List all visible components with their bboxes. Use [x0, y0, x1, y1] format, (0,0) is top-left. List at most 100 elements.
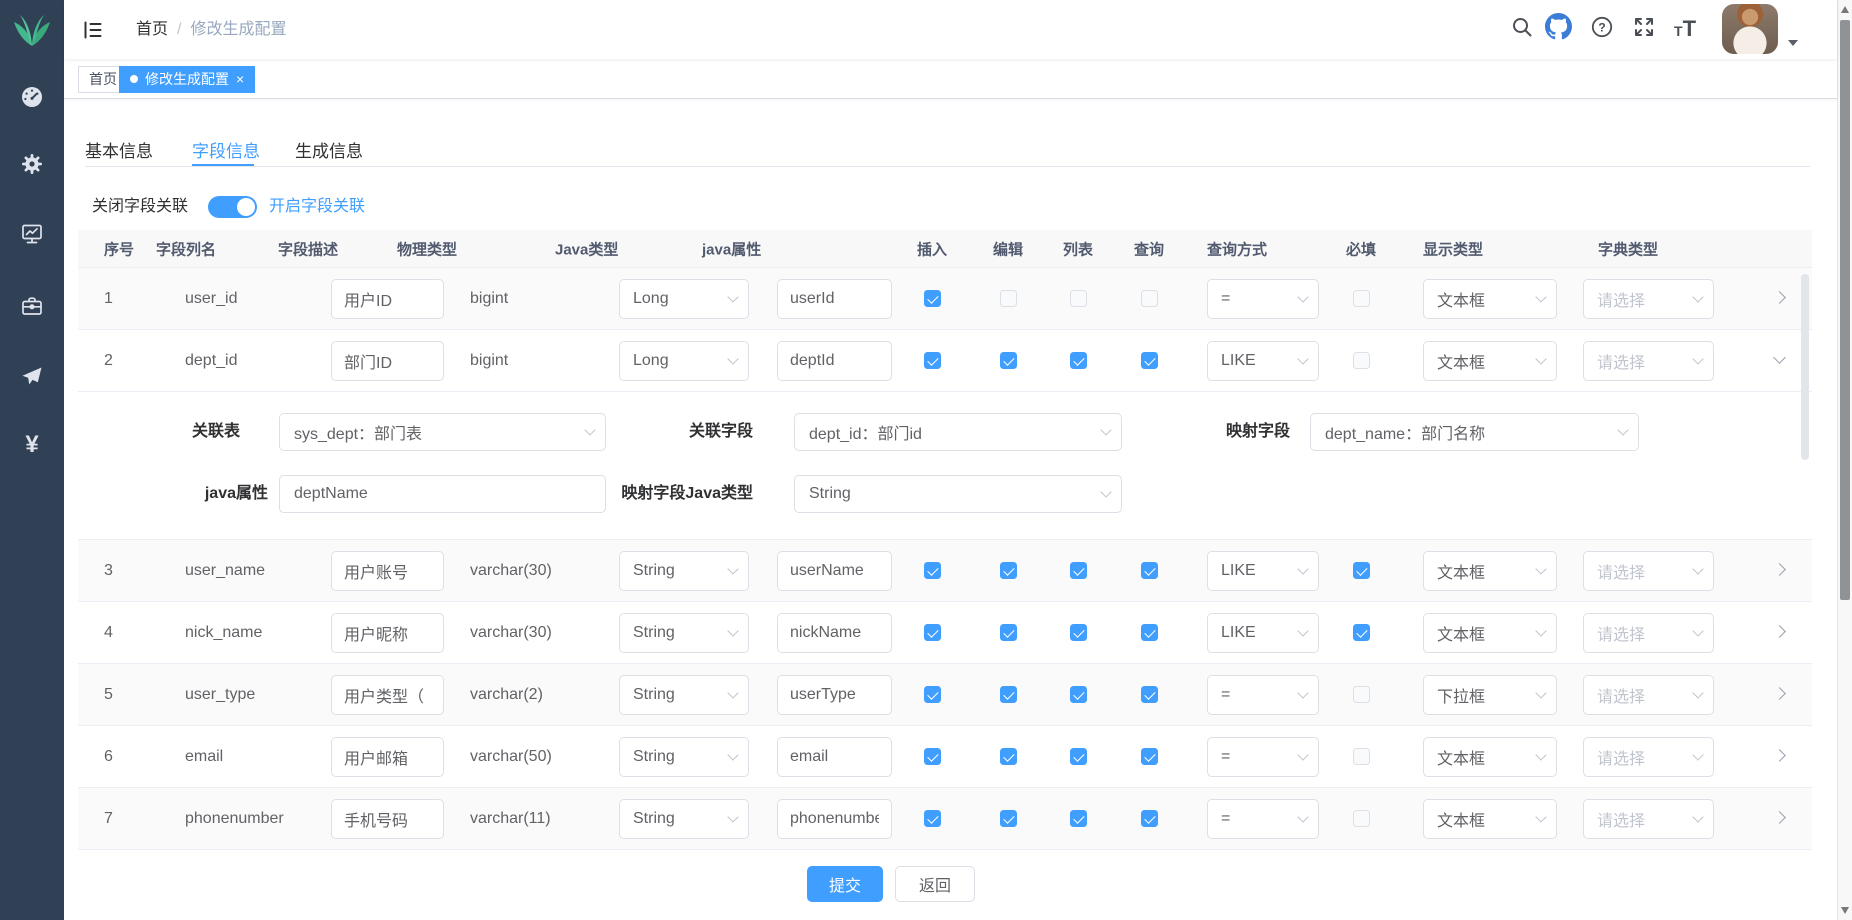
- java-type-select[interactable]: Long: [619, 341, 749, 381]
- scroll-down-arrow[interactable]: [1841, 907, 1849, 914]
- help-icon[interactable]: ?: [1590, 15, 1616, 41]
- scroll-up-arrow[interactable]: [1841, 6, 1849, 13]
- query-checkbox[interactable]: [1141, 290, 1158, 307]
- dict-type-select[interactable]: 请选择: [1583, 613, 1714, 653]
- query-checkbox[interactable]: [1141, 810, 1158, 827]
- caret-down-icon[interactable]: [1788, 40, 1798, 46]
- required-checkbox[interactable]: [1353, 686, 1370, 703]
- expand-row-toggle[interactable]: [1773, 625, 1786, 638]
- java-type-select[interactable]: String: [619, 799, 749, 839]
- column-desc-input[interactable]: [331, 551, 444, 591]
- list-checkbox[interactable]: [1070, 290, 1087, 307]
- relation-java-prop-input[interactable]: [279, 475, 606, 513]
- sidebar-item-settings-icon[interactable]: [0, 152, 64, 181]
- list-checkbox[interactable]: [1070, 624, 1087, 641]
- query-type-select[interactable]: LIKE: [1207, 341, 1319, 381]
- java-prop-input[interactable]: [777, 551, 892, 591]
- insert-checkbox[interactable]: [924, 624, 941, 641]
- edit-checkbox[interactable]: [1000, 562, 1017, 579]
- html-type-select[interactable]: 文本框: [1423, 737, 1557, 777]
- list-checkbox[interactable]: [1070, 748, 1087, 765]
- query-type-select[interactable]: =: [1207, 279, 1319, 319]
- close-tag-icon[interactable]: ×: [236, 71, 244, 87]
- mapping-java-type-select[interactable]: String: [794, 475, 1122, 513]
- expand-row-toggle[interactable]: [1773, 563, 1786, 576]
- java-type-select[interactable]: String: [619, 675, 749, 715]
- required-checkbox[interactable]: [1353, 810, 1370, 827]
- field-relation-toggle[interactable]: [208, 196, 257, 218]
- query-type-select[interactable]: LIKE: [1207, 551, 1319, 591]
- java-type-select[interactable]: String: [619, 737, 749, 777]
- java-prop-input[interactable]: [777, 279, 892, 319]
- required-checkbox[interactable]: [1353, 562, 1370, 579]
- edit-checkbox[interactable]: [1000, 686, 1017, 703]
- expand-row-toggle[interactable]: [1773, 351, 1786, 364]
- sidebar-item-currency-yen-icon[interactable]: ¥: [0, 433, 64, 457]
- column-desc-input[interactable]: [331, 675, 444, 715]
- java-prop-input[interactable]: [777, 799, 892, 839]
- java-prop-input[interactable]: [777, 341, 892, 381]
- query-type-select[interactable]: =: [1207, 737, 1319, 777]
- back-button[interactable]: 返回: [895, 866, 975, 902]
- html-type-select[interactable]: 下拉框: [1423, 675, 1557, 715]
- user-avatar[interactable]: [1722, 4, 1778, 54]
- tag-current-page[interactable]: 修改生成配置×: [119, 66, 255, 93]
- edit-checkbox[interactable]: [1000, 290, 1017, 307]
- query-checkbox[interactable]: [1141, 352, 1158, 369]
- menu-fold-icon[interactable]: [82, 19, 104, 41]
- html-type-select[interactable]: 文本框: [1423, 613, 1557, 653]
- required-checkbox[interactable]: [1353, 624, 1370, 641]
- query-checkbox[interactable]: [1141, 562, 1158, 579]
- column-desc-input[interactable]: [331, 737, 444, 777]
- html-type-select[interactable]: 文本框: [1423, 279, 1557, 319]
- browser-scrollbar[interactable]: [1837, 0, 1852, 920]
- expand-row-toggle[interactable]: [1773, 291, 1786, 304]
- sidebar-item-toolbox-icon[interactable]: [0, 294, 64, 323]
- java-prop-input[interactable]: [777, 737, 892, 777]
- insert-checkbox[interactable]: [924, 686, 941, 703]
- column-desc-input[interactable]: [331, 799, 444, 839]
- column-desc-input[interactable]: [331, 341, 444, 381]
- list-checkbox[interactable]: [1070, 810, 1087, 827]
- edit-checkbox[interactable]: [1000, 352, 1017, 369]
- dict-type-select[interactable]: 请选择: [1583, 551, 1714, 591]
- expand-row-toggle[interactable]: [1773, 749, 1786, 762]
- relation-table-select[interactable]: sys_dept：部门表: [279, 413, 606, 451]
- scrollbar-thumb[interactable]: [1840, 20, 1850, 600]
- html-type-select[interactable]: 文本框: [1423, 341, 1557, 381]
- insert-checkbox[interactable]: [924, 352, 941, 369]
- table-scrollbar-thumb[interactable]: [1801, 274, 1809, 460]
- sidebar-item-send-icon[interactable]: [0, 365, 64, 394]
- fullscreen-icon[interactable]: [1632, 15, 1658, 41]
- java-type-select[interactable]: Long: [619, 279, 749, 319]
- required-checkbox[interactable]: [1353, 748, 1370, 765]
- app-logo-icon[interactable]: [0, 12, 64, 53]
- query-type-select[interactable]: =: [1207, 675, 1319, 715]
- mapping-field-select[interactable]: dept_name：部门名称: [1310, 413, 1639, 451]
- expand-row-toggle[interactable]: [1773, 811, 1786, 824]
- edit-checkbox[interactable]: [1000, 748, 1017, 765]
- query-type-select[interactable]: LIKE: [1207, 613, 1319, 653]
- tab-basic-info[interactable]: 基本信息: [85, 137, 153, 162]
- dict-type-select[interactable]: 请选择: [1583, 279, 1714, 319]
- html-type-select[interactable]: 文本框: [1423, 799, 1557, 839]
- insert-checkbox[interactable]: [924, 810, 941, 827]
- column-desc-input[interactable]: [331, 613, 444, 653]
- query-type-select[interactable]: =: [1207, 799, 1319, 839]
- insert-checkbox[interactable]: [924, 748, 941, 765]
- dict-type-select[interactable]: 请选择: [1583, 799, 1714, 839]
- edit-checkbox[interactable]: [1000, 624, 1017, 641]
- html-type-select[interactable]: 文本框: [1423, 551, 1557, 591]
- insert-checkbox[interactable]: [924, 562, 941, 579]
- font-size-icon[interactable]: TT: [1674, 16, 1708, 42]
- java-type-select[interactable]: String: [619, 613, 749, 653]
- dict-type-select[interactable]: 请选择: [1583, 675, 1714, 715]
- insert-checkbox[interactable]: [924, 290, 941, 307]
- dict-type-select[interactable]: 请选择: [1583, 341, 1714, 381]
- java-type-select[interactable]: String: [619, 551, 749, 591]
- required-checkbox[interactable]: [1353, 352, 1370, 369]
- query-checkbox[interactable]: [1141, 686, 1158, 703]
- required-checkbox[interactable]: [1353, 290, 1370, 307]
- sidebar-item-dashboard-icon[interactable]: [0, 85, 64, 114]
- java-prop-input[interactable]: [777, 613, 892, 653]
